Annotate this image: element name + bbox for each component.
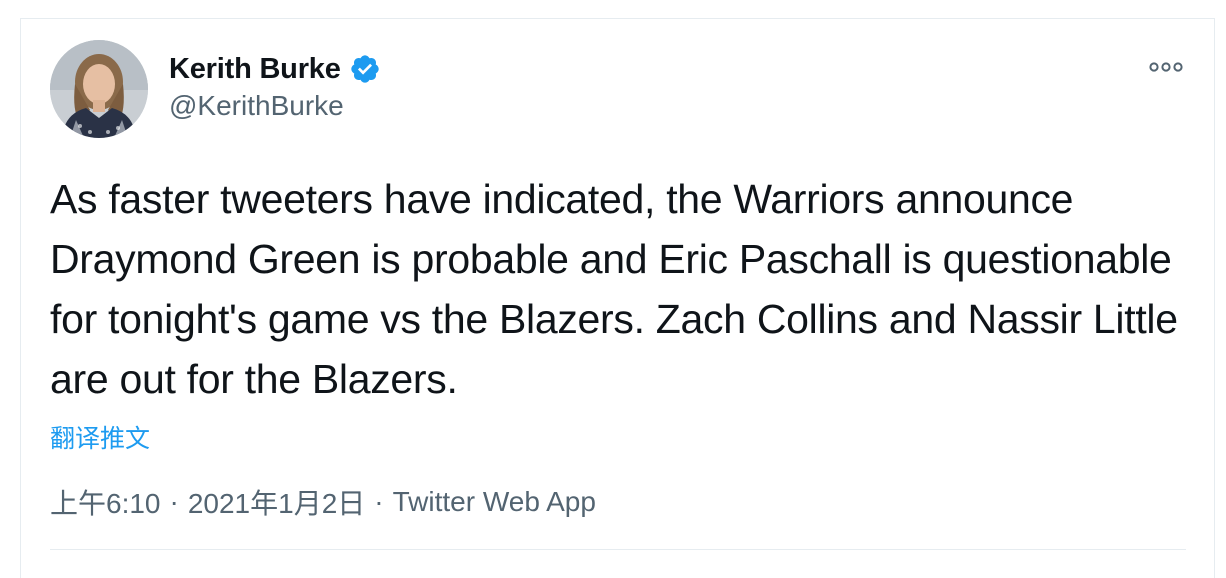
tweet-time[interactable]: 上午6:10 xyxy=(50,482,161,522)
tweet-text: As faster tweeters have indicated, the W… xyxy=(50,176,1178,402)
tweet-metadata: 上午6:10 · 2021年1月2日 · Twitter Web App xyxy=(50,482,596,522)
separator-dot: · xyxy=(374,486,384,517)
tweet-source[interactable]: Twitter Web App xyxy=(393,486,596,518)
tweet-date[interactable]: 2021年1月2日 xyxy=(188,482,365,522)
author-name: Kerith Burke xyxy=(169,52,341,85)
more-horizontal-icon xyxy=(1149,62,1183,72)
profile-photo xyxy=(50,40,148,138)
avatar[interactable] xyxy=(50,40,148,138)
translate-tweet-link[interactable]: 翻译推文 xyxy=(50,419,150,455)
author-name-link[interactable]: Kerith Burke xyxy=(169,50,381,88)
separator-dot: · xyxy=(169,486,179,517)
divider xyxy=(50,549,1186,550)
author-handle[interactable]: @KerithBurke xyxy=(169,90,344,122)
verified-badge-icon xyxy=(350,55,379,83)
more-options-button[interactable] xyxy=(1146,56,1186,78)
